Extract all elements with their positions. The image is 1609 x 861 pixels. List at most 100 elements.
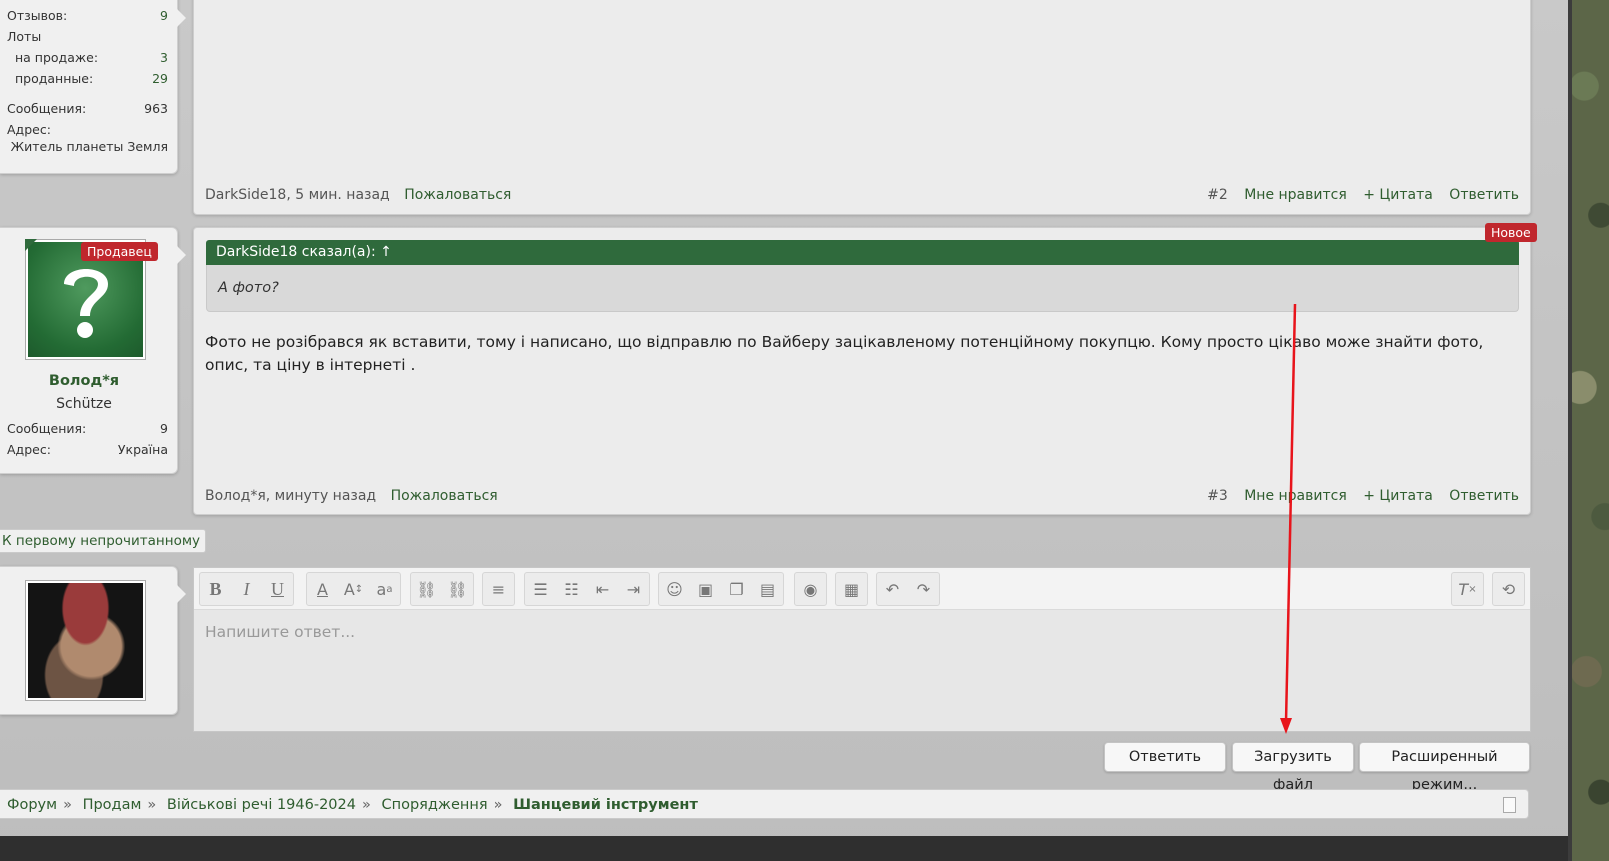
- stat-value: 9: [160, 421, 168, 436]
- stat-label: Лоты: [7, 29, 42, 44]
- toolbar-group-font: A A ↕ aa: [306, 572, 401, 606]
- user-info-vologya: Продавец Волод*я Schütze Сообщения: 9 Ад…: [0, 227, 186, 474]
- on-sale-link[interactable]: 3: [160, 50, 168, 65]
- upload-file-button[interactable]: Загрузить файл: [1232, 742, 1354, 793]
- stat-address: Адрес:: [7, 122, 168, 137]
- post-2-footer: DarkSide18, 5 мин. назад Пожаловаться #2…: [205, 187, 1519, 203]
- post-body: Фото не розібрався як вставити, тому і н…: [205, 333, 1484, 374]
- report-link[interactable]: Пожаловаться: [404, 187, 511, 203]
- underline-icon[interactable]: U: [262, 573, 293, 605]
- bold-icon[interactable]: B: [200, 573, 231, 605]
- post-author-time: Волод*я, минуту назад: [205, 488, 377, 504]
- breadcrumb-separator: »: [493, 797, 503, 813]
- post-number-link[interactable]: #2: [1207, 187, 1228, 203]
- page-icon[interactable]: [1503, 797, 1516, 813]
- smiley-icon[interactable]: ☺: [659, 573, 690, 605]
- breadcrumb-separator: »: [63, 797, 72, 813]
- address-value: Україна: [117, 442, 168, 457]
- indent-icon[interactable]: ⇥: [618, 573, 649, 605]
- reply-link[interactable]: Ответить: [1449, 488, 1519, 504]
- reply-textarea-placeholder[interactable]: Напишите ответ...: [205, 623, 355, 641]
- bottom-strip: [0, 836, 1568, 861]
- save-draft-icon[interactable]: ▦: [836, 573, 867, 605]
- editor-toolbar: B I U A A ↕ aa ⛓ ⛓ ≡ ☰ ☷ ⇤ ⇥ ☺ ▣ ❐ ▤ ◉ ▦…: [194, 568, 1530, 610]
- post-3-footer: Волод*я, минуту назад Пожаловаться #3 Мн…: [205, 488, 1519, 504]
- current-user-avatar-block: [0, 566, 186, 715]
- user-title: Schütze: [56, 396, 112, 412]
- post-actions: #2 Мне нравится + Цитата Ответить: [1207, 187, 1519, 203]
- post-2: DarkSide18, 5 мин. назад Пожаловаться #2…: [193, 0, 1531, 215]
- breadcrumb: Форум » Продам » Військові речі 1946-2024 »…: [0, 789, 1529, 819]
- post-3: DarkSide18 сказал(а): ↑ А фото? Фото не …: [193, 227, 1531, 515]
- address-value: Житель планеты Земля: [10, 139, 168, 154]
- new-badge: Новое: [1485, 223, 1537, 242]
- advanced-mode-button[interactable]: Расширенный режим...: [1359, 742, 1530, 793]
- undo-icon[interactable]: ↶: [877, 573, 908, 605]
- sold-link[interactable]: 29: [152, 71, 168, 86]
- camouflage-border: [1568, 0, 1609, 861]
- breadcrumb-item[interactable]: Продам: [83, 797, 142, 813]
- toolbar-group-links: ⛓ ⛓: [410, 572, 474, 606]
- numbered-list-icon[interactable]: ☷: [556, 573, 587, 605]
- font-size-icon[interactable]: A ↕: [338, 573, 369, 605]
- first-unread-link[interactable]: К первому непрочитанному: [0, 529, 207, 553]
- user-avatar-image: [28, 583, 143, 698]
- unlink-icon[interactable]: ⛓: [442, 573, 473, 605]
- stat-address: Адрес: Україна: [7, 442, 168, 457]
- like-link[interactable]: Мне нравится: [1244, 187, 1347, 203]
- stat-sold: проданные: 29: [15, 71, 168, 86]
- quote-link[interactable]: + Цитата: [1363, 187, 1433, 203]
- like-link[interactable]: Мне нравится: [1244, 488, 1347, 504]
- toolbar-group-clear: T ×: [1451, 572, 1484, 606]
- corner-triangle: [25, 239, 37, 251]
- stat-label: Отзывов:: [7, 8, 68, 23]
- breadcrumb-separator: »: [147, 797, 157, 813]
- link-icon[interactable]: ⛓: [411, 573, 442, 605]
- reply-button[interactable]: Ответить: [1104, 742, 1226, 772]
- toolbar-group-align: ≡: [482, 572, 515, 606]
- post-author-time: DarkSide18, 5 мин. назад: [205, 187, 390, 203]
- toolbar-group-camera: ◉: [794, 572, 827, 606]
- reviews-link[interactable]: 9: [160, 8, 168, 23]
- outdent-icon[interactable]: ⇤: [587, 573, 618, 605]
- breadcrumb-item[interactable]: Військові речі 1946-2024: [167, 797, 356, 813]
- toolbar-group-text: B I U: [199, 572, 294, 606]
- code-icon[interactable]: ▤: [752, 573, 783, 605]
- align-icon[interactable]: ≡: [483, 573, 514, 605]
- stat-label: Сообщения:: [7, 101, 87, 116]
- toolbar-group-save: ▦: [835, 572, 868, 606]
- post-actions: #3 Мне нравится + Цитата Ответить: [1207, 488, 1519, 504]
- font-color-icon[interactable]: A: [307, 573, 338, 605]
- stat-messages: Сообщения: 963: [7, 101, 168, 116]
- breadcrumb-item[interactable]: Спорядження: [381, 797, 487, 813]
- post-number-link[interactable]: #3: [1207, 488, 1228, 504]
- quote-link[interactable]: + Цитата: [1363, 488, 1433, 504]
- stat-value: 963: [144, 101, 168, 116]
- bullet-list-icon[interactable]: ☰: [525, 573, 556, 605]
- stat-lots: Лоты: [7, 29, 168, 44]
- toolbar-group-insert: ☺ ▣ ❐ ▤: [658, 572, 784, 606]
- quote-header[interactable]: DarkSide18 сказал(а): ↑: [206, 240, 1519, 265]
- camera-icon[interactable]: ◉: [795, 573, 826, 605]
- stat-reviews: Отзывов: 9: [7, 8, 168, 23]
- stat-on-sale: на продаже: 3: [15, 50, 168, 65]
- toggle-bbcode-icon[interactable]: ⟲: [1493, 573, 1524, 605]
- reply-editor[interactable]: B I U A A ↕ aa ⛓ ⛓ ≡ ☰ ☷ ⇤ ⇥ ☺ ▣ ❐ ▤ ◉ ▦…: [193, 567, 1531, 732]
- username-link[interactable]: Волод*я: [0, 373, 168, 389]
- breadcrumb-item[interactable]: Форум: [7, 797, 57, 813]
- stat-address-value: Житель планеты Земля: [7, 139, 168, 154]
- seller-badge: Продавец: [81, 242, 158, 261]
- breadcrumb-separator: »: [362, 797, 371, 813]
- stat-label: Сообщения:: [7, 421, 87, 436]
- remove-format-icon[interactable]: T ×: [1452, 573, 1483, 605]
- font-family-icon[interactable]: aa: [369, 573, 400, 605]
- media-icon[interactable]: ❐: [721, 573, 752, 605]
- image-icon[interactable]: ▣: [690, 573, 721, 605]
- toolbar-group-history: ↶ ↷: [876, 572, 940, 606]
- report-link[interactable]: Пожаловаться: [391, 488, 498, 504]
- italic-icon[interactable]: I: [231, 573, 262, 605]
- user-info-top: Отзывов: 9 Лоты на продаже: 3 проданные:…: [0, 0, 186, 174]
- avatar[interactable]: [25, 580, 146, 701]
- reply-link[interactable]: Ответить: [1449, 187, 1519, 203]
- redo-icon[interactable]: ↷: [908, 573, 939, 605]
